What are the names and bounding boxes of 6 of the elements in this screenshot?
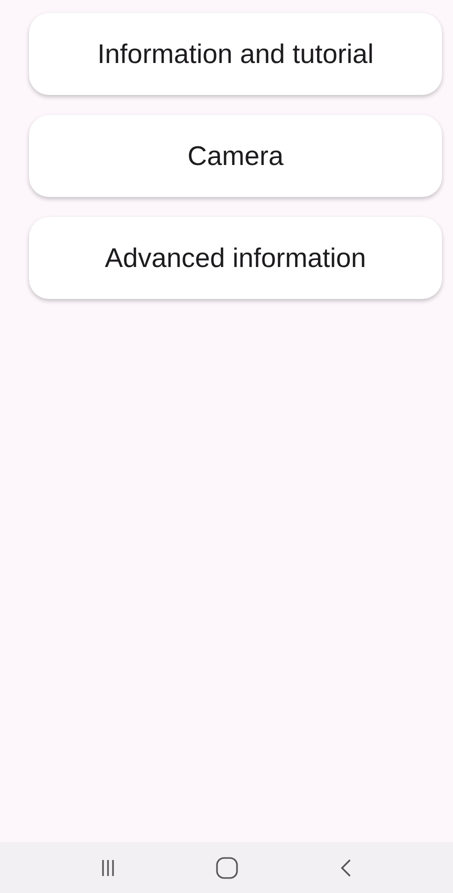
- menu-button[interactable]: Information and tutorial: [29, 13, 442, 95]
- menu-button[interactable]: Camera: [29, 115, 442, 197]
- home-icon: [216, 856, 238, 878]
- back-icon: [340, 858, 352, 878]
- menu-button[interactable]: Advanced information: [29, 217, 442, 299]
- recents-icon: [100, 858, 115, 876]
